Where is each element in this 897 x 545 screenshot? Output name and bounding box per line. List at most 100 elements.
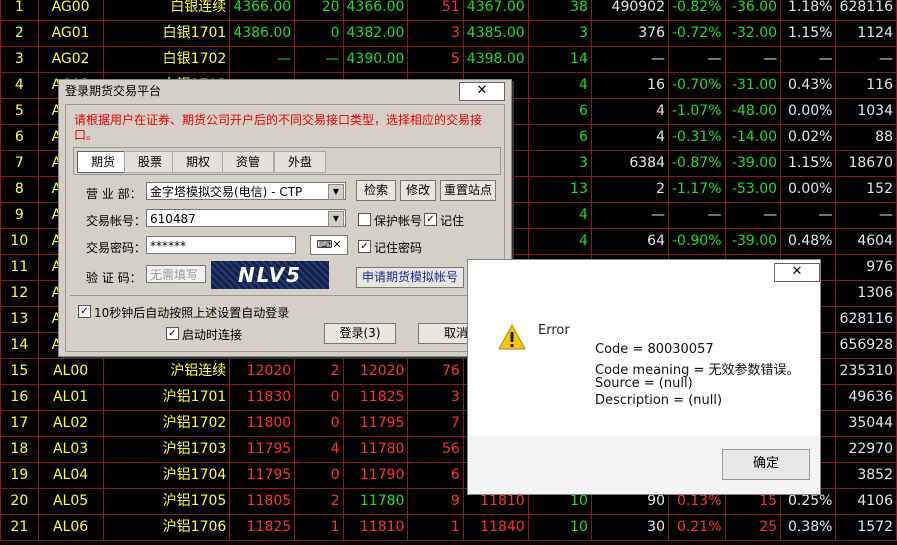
table-row[interactable]: 1 AG00 白银连续 4366.00 20 4366.00 51 4367.00 38 4909… — [0, 0, 897, 21]
cell-name: 沪铝1705 — [102, 488, 231, 515]
cell-chg: -14.00 — [724, 124, 782, 151]
error-code: Code = 80030057 — [595, 342, 714, 357]
cell-idx: 4 — [0, 72, 39, 99]
table-row[interactable]: 21 AL06 沪铝1706 11825 1 11810 1 11840 10 30 0.21% 25… — [0, 514, 897, 541]
cell-amp: 0.48% — [780, 228, 837, 255]
password-label: 交易密码： — [86, 241, 147, 255]
cell-oi: 22970 — [835, 436, 897, 463]
captcha-image[interactable]: NLV5 — [211, 261, 329, 289]
login-button[interactable]: 登录(3) — [324, 323, 396, 344]
error-content: Error Code = 80030057 Code meaning = 无效参… — [468, 290, 820, 436]
cell-chg: 25 — [724, 514, 782, 541]
cell-idx: 9 — [0, 202, 39, 229]
chevron-down-icon[interactable]: ▼ — [328, 211, 344, 227]
ok-button[interactable]: 确定 — [722, 449, 810, 480]
cell-code: AG02 — [37, 46, 104, 73]
cell-last: 11795 — [229, 462, 296, 489]
cell-vol: 0 — [294, 462, 344, 489]
cell-name: 沪铝连续 — [102, 358, 231, 385]
captcha-text: NLV5 — [237, 263, 303, 287]
cell-code: AG00 — [37, 0, 104, 21]
cell-total: 4 — [590, 124, 669, 151]
cell-chgpct: -0.90% — [667, 228, 726, 255]
cell-code: AL05 — [37, 488, 104, 515]
cell-bidvol: 6 — [407, 462, 464, 489]
soft-keyboard-icon[interactable]: ⌨✕ — [310, 235, 348, 255]
cell-last: 11825 — [229, 514, 296, 541]
captcha-placeholder: 无需填写 — [150, 268, 199, 282]
table-row[interactable]: 3 AG02 白银1702— —4390.00 5 4398.00 14— — — — — — [0, 46, 897, 73]
password-field[interactable]: ****** — [146, 236, 296, 254]
cell-vol: 1 — [294, 514, 344, 541]
apply-demo-account-button[interactable]: 申请期货模拟帐号 — [356, 267, 464, 288]
tab-stocks[interactable]: 股票 — [124, 151, 176, 173]
cell-name: 白银连续 — [102, 0, 231, 21]
login-dialog: 登录期货交易平台 ✕ 请根据用户在证券、期货公司开户后的不同交易接口类型，选择相… — [58, 79, 512, 357]
search-button[interactable]: 检索 — [356, 180, 396, 201]
cell-vol: 0 — [294, 410, 344, 437]
chevron-down-icon[interactable]: ▼ — [328, 184, 344, 200]
protect-account-checkbox[interactable] — [358, 213, 371, 226]
cell-idx: 5 — [0, 98, 39, 125]
cell-code: AL03 — [37, 436, 104, 463]
cell-bid: 4366.00 — [342, 0, 409, 21]
cell-bidvol: 5 — [407, 46, 464, 73]
cell-code: AL04 — [37, 462, 104, 489]
error-close-button[interactable]: ✕ — [774, 263, 820, 282]
cell-askvol: 6 — [527, 98, 592, 125]
cell-bid: 12020 — [342, 358, 409, 385]
cell-chgpct: -0.82% — [667, 0, 726, 21]
cell-bidvol: 9 — [407, 488, 464, 515]
cell-chg: -36.00 — [724, 0, 782, 21]
cell-idx: 13 — [0, 306, 39, 333]
cell-bidvol: 3 — [407, 384, 464, 411]
account-select[interactable]: 610487 ▼ — [146, 209, 346, 227]
tab-asset-mgmt[interactable]: 资管 — [222, 151, 274, 173]
password-value: ****** — [150, 239, 186, 253]
cell-oi: 3852 — [835, 462, 897, 489]
cell-total: 376 — [590, 20, 669, 47]
cell-oi: 628116 — [835, 0, 897, 21]
captcha-input[interactable]: 无需填写 — [146, 265, 206, 283]
cell-askvol: 38 — [527, 0, 592, 21]
login-dialog-title: 登录期货交易平台 — [59, 80, 511, 102]
cell-oi: 35044 — [835, 410, 897, 437]
cell-oi: 976 — [835, 254, 897, 281]
table-row[interactable]: 2 AG01 白银1701 4386.00 0 4382.00 3 4385.00 3 376 -0… — [0, 20, 897, 47]
cell-amp: 0.00% — [780, 98, 837, 125]
cell-oi: — — [835, 202, 897, 229]
cell-idx: 2 — [0, 20, 39, 47]
broker-select[interactable]: 金字塔模拟交易(电信) - CTP ▼ — [146, 182, 346, 200]
cell-askvol: 4 — [527, 72, 592, 99]
account-value: 610487 — [150, 212, 196, 226]
cell-last: — — [229, 46, 296, 73]
cell-idx: 10 — [0, 228, 39, 255]
remember-password-checkbox[interactable]: ✓ — [358, 240, 371, 253]
broker-label: 营 业 部： — [86, 187, 142, 201]
cell-name: 白银1702 — [102, 46, 231, 73]
cell-idx: 21 — [0, 514, 39, 541]
auto-login-checkbox[interactable]: ✓ — [78, 305, 91, 318]
close-icon: ✕ — [476, 83, 488, 98]
cell-total: 16 — [590, 72, 669, 99]
tab-futures[interactable]: 期货 — [77, 151, 129, 173]
tab-foreign[interactable]: 外盘 — [274, 151, 326, 173]
login-close-button[interactable]: ✕ — [459, 82, 505, 101]
cell-oi: 152 — [835, 176, 897, 203]
cell-last: 11830 — [229, 384, 296, 411]
cell-amp: 0.43% — [780, 72, 837, 99]
tab-options[interactable]: 期权 — [172, 151, 224, 173]
cell-vol: 20 — [294, 0, 344, 21]
cell-ask: 11840 — [462, 514, 529, 541]
remember-account-checkbox[interactable]: ✓ — [424, 213, 437, 226]
auto-connect-checkbox[interactable]: ✓ — [166, 327, 179, 340]
cell-bid: 4390.00 — [342, 46, 409, 73]
cell-code: AL02 — [37, 410, 104, 437]
cell-bid: 11825 — [342, 384, 409, 411]
cell-askvol: 3 — [527, 150, 592, 177]
cell-oi: 628116 — [835, 306, 897, 333]
reset-site-button[interactable]: 重置站点 — [440, 180, 496, 201]
cell-oi: 656928 — [835, 332, 897, 359]
cell-askvol: 13 — [527, 176, 592, 203]
modify-button[interactable]: 修改 — [400, 180, 436, 201]
